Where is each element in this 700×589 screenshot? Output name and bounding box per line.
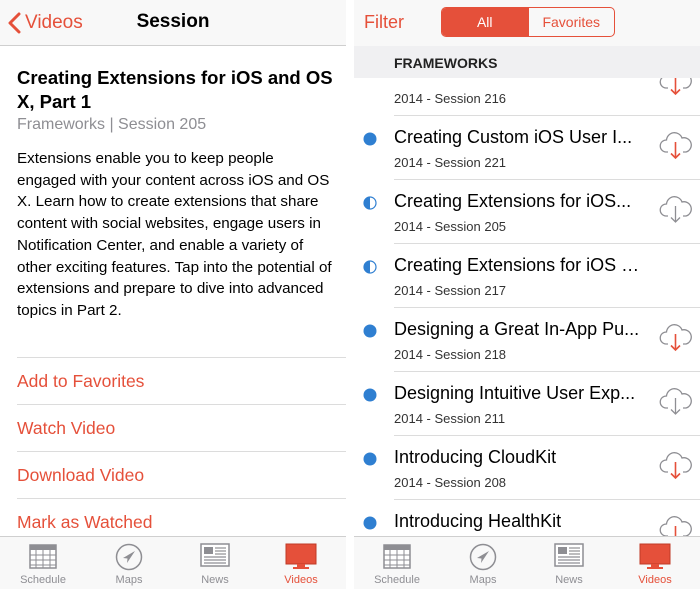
nav-title: Session: [136, 11, 210, 32]
calendar-icon: [383, 544, 411, 569]
list-item[interactable]: 2014 - Session 216: [354, 78, 700, 116]
tab-news[interactable]: News: [526, 537, 612, 589]
section-header: FRAMEWORKS: [354, 46, 700, 78]
unwatched-dot-icon: [363, 452, 377, 466]
row-title: Creating Custom iOS User I...: [394, 127, 633, 147]
tab-maps[interactable]: Maps: [86, 537, 172, 589]
list-item[interactable]: Designing a Great In-App Pu... 2014 - Se…: [354, 308, 700, 372]
unwatched-dot-icon: [363, 324, 377, 338]
filter-button[interactable]: Filter: [364, 12, 404, 33]
add-to-favorites-button[interactable]: Add to Favorites: [17, 357, 346, 405]
tab-maps[interactable]: Maps: [440, 537, 526, 589]
session-subtitle: Frameworks | Session 205: [17, 116, 207, 133]
newspaper-icon: [200, 543, 230, 567]
list-item[interactable]: Creating Extensions for iOS... 2014 - Se…: [354, 180, 700, 244]
unwatched-dot-icon: [363, 388, 377, 402]
list-item[interactable]: Designing Intuitive User Exp... 2014 - S…: [354, 372, 700, 436]
tab-videos[interactable]: Videos: [258, 537, 344, 589]
location-arrow-icon: [115, 543, 143, 571]
tab-label: News: [555, 574, 583, 586]
tab-bar: Schedule Maps News Videos: [354, 536, 700, 589]
row-subtitle: 2014 - Session 216: [394, 91, 507, 106]
cloud-download-icon[interactable]: [659, 386, 693, 416]
cloud-download-icon[interactable]: [659, 514, 693, 537]
tab-bar: Schedule Maps News Videos: [0, 536, 346, 589]
unwatched-dot-icon: [363, 516, 377, 530]
row-title: Creating Extensions for iOS...: [394, 191, 632, 211]
segment-favorites[interactable]: Favorites: [527, 8, 615, 36]
download-video-button[interactable]: Download Video: [17, 451, 346, 499]
session-title: Creating Extensions for iOS and OS X, Pa…: [17, 67, 333, 112]
row-subtitle: 2014 - Session 208: [394, 475, 507, 490]
session-detail-screen: Videos Session Creating Extensions for i…: [0, 0, 346, 589]
segmented-control: All Favorites: [441, 7, 615, 37]
unwatched-dot-icon: [363, 132, 377, 146]
calendar-icon: [29, 544, 57, 569]
cloud-download-icon[interactable]: [659, 194, 693, 224]
row-title: Designing Intuitive User Exp...: [394, 383, 636, 403]
row-subtitle: 2014 - Session 221: [394, 155, 507, 170]
tab-label: Videos: [284, 574, 318, 586]
row-subtitle: 2014 - Session 217: [394, 283, 507, 298]
partially-watched-icon: [363, 260, 377, 274]
list-item[interactable]: Introducing HealthKit: [354, 500, 700, 537]
tab-label: Schedule: [20, 574, 66, 586]
videos-list-screen: Filter All Favorites FRAMEWORKS 2014 - S…: [354, 0, 700, 589]
newspaper-icon: [554, 543, 584, 567]
partially-watched-icon: [363, 196, 377, 210]
row-subtitle: 2014 - Session 205: [394, 219, 507, 234]
screen-divider: [346, 0, 354, 589]
location-arrow-icon: [469, 543, 497, 571]
session-description: Extensions enable you to keep people eng…: [17, 150, 332, 319]
cloud-download-icon[interactable]: [659, 450, 693, 480]
cloud-download-icon[interactable]: [659, 130, 693, 160]
session-list: 2014 - Session 216 Creating Custom iOS U…: [354, 78, 700, 537]
tab-label: News: [201, 574, 229, 586]
cloud-download-icon[interactable]: [659, 78, 693, 96]
video-screen-icon: [639, 543, 671, 569]
row-subtitle: 2014 - Session 218: [394, 347, 507, 362]
list-item[interactable]: Introducing CloudKit 2014 - Session 208: [354, 436, 700, 500]
tab-schedule[interactable]: Schedule: [0, 537, 86, 589]
row-subtitle: 2014 - Session 211: [394, 411, 506, 426]
watch-video-button[interactable]: Watch Video: [17, 404, 346, 452]
tab-label: Maps: [115, 574, 143, 586]
list-item[interactable]: Creating Custom iOS User I... 2014 - Ses…: [354, 116, 700, 180]
row-title: Introducing HealthKit: [394, 511, 562, 531]
list-item[interactable]: Creating Extensions for iOS and... 2014 …: [354, 244, 700, 308]
nav-bar: Videos Session: [0, 0, 346, 46]
video-screen-icon: [285, 543, 317, 569]
cloud-download-icon[interactable]: [659, 322, 693, 352]
row-title: Creating Extensions for iOS and...: [394, 255, 644, 275]
section-header-label: FRAMEWORKS: [394, 55, 498, 71]
row-title: Introducing CloudKit: [394, 447, 557, 467]
tab-label: Schedule: [374, 574, 420, 586]
tab-schedule[interactable]: Schedule: [354, 537, 440, 589]
tab-videos[interactable]: Videos: [612, 537, 698, 589]
tab-label: Videos: [638, 574, 672, 586]
nav-bar: Filter All Favorites: [354, 0, 700, 46]
row-title: Designing a Great In-App Pu...: [394, 319, 640, 339]
tab-news[interactable]: News: [172, 537, 258, 589]
tab-label: Maps: [469, 574, 497, 586]
segment-all[interactable]: All: [442, 8, 528, 36]
